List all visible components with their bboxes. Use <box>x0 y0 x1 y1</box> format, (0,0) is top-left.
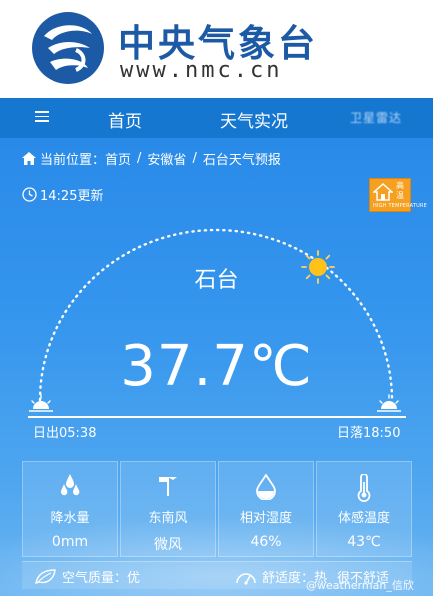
stat-label: 体感温度 <box>337 511 390 526</box>
main-nav: 首页 天气实况 卫星雷达 <box>0 98 433 138</box>
stat-label: 相对湿度 <box>239 511 292 526</box>
air-quality-label: 空气质量：优 <box>62 571 141 586</box>
sunrise-icon <box>29 394 53 412</box>
stat-value: 46% <box>250 534 282 550</box>
humidity-drop-icon <box>256 474 276 500</box>
raindrops-icon <box>61 474 80 496</box>
city-name: 石台 <box>194 268 239 293</box>
stat-feels-like: 体感温度 43℃ <box>316 461 412 557</box>
current-temperature: 37.7℃ <box>120 334 313 399</box>
wind-vane-icon <box>159 477 177 496</box>
nav-item-home[interactable]: 首页 <box>108 107 142 132</box>
sunset-time: 日落18:50 <box>337 426 401 441</box>
nmc-logo-icon[interactable] <box>30 10 106 86</box>
leaf-icon <box>35 568 56 584</box>
nav-item-blurred[interactable]: 卫星雷达 <box>350 109 425 127</box>
stat-value: 43℃ <box>347 534 381 550</box>
stat-precipitation: 降水量 0mm <box>22 461 118 557</box>
sunset-icon <box>377 394 401 412</box>
stat-humidity: 相对湿度 46% <box>218 461 314 557</box>
stat-wind: 东南风 微风 <box>120 461 216 557</box>
weather-stats: 降水量 0mm 东南风 微风 相对湿度 46% 体感温度 43℃ <box>22 461 412 557</box>
gauge-icon <box>236 572 256 585</box>
nav-item-live-weather[interactable]: 天气实况 <box>220 107 288 132</box>
site-header: 中央气象台 www.nmc.cn <box>0 0 433 98</box>
site-url: www.nmc.cn <box>120 58 283 83</box>
sunrise-time: 日出05:38 <box>33 426 97 441</box>
hamburger-menu-icon[interactable] <box>32 108 52 128</box>
air-quality[interactable]: 空气质量：优 <box>34 567 140 586</box>
stat-value: 0mm <box>51 534 89 550</box>
weather-panel: 当前位置： 首页 / 安徽省 / 石台天气预报 14:25更新 高 温 HIGH… <box>0 138 433 596</box>
watermark: @weatherman_信欣 <box>306 579 414 592</box>
stat-label: 东南风 <box>148 511 188 526</box>
horizon-line <box>28 416 406 418</box>
stat-value: 微风 <box>154 537 182 553</box>
thermometer-icon <box>357 474 371 502</box>
stat-label: 降水量 <box>50 511 90 526</box>
